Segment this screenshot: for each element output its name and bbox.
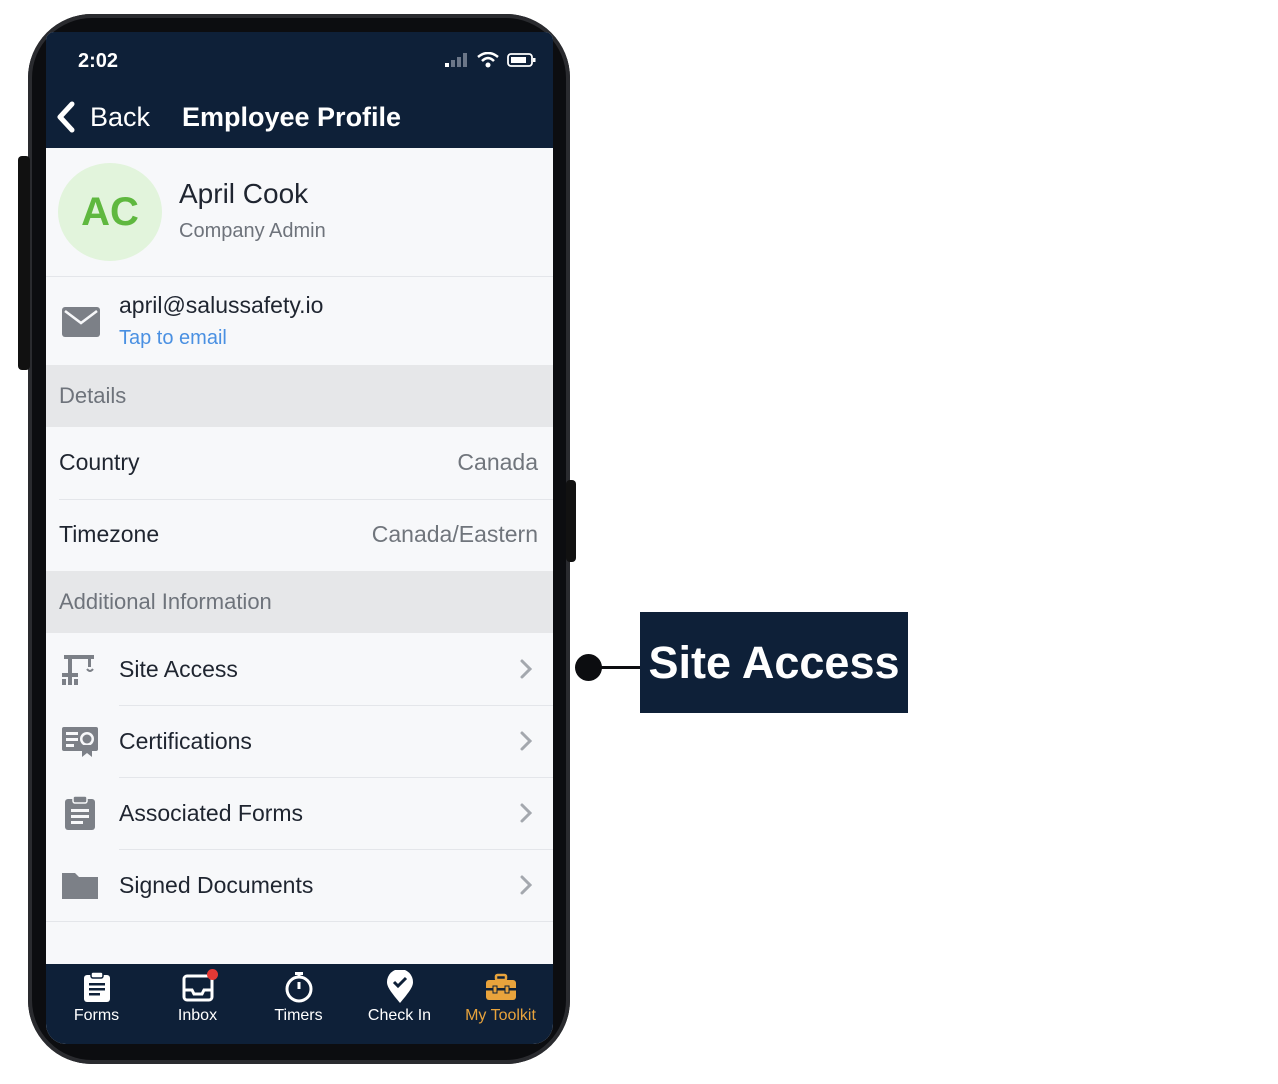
notification-badge: [207, 969, 218, 980]
email-address: april@salussafety.io: [119, 292, 324, 318]
back-button[interactable]: Back: [54, 100, 150, 134]
crane-icon: [62, 655, 94, 685]
avatar: AC: [58, 163, 162, 261]
list-item-signed-documents[interactable]: Signed Documents: [46, 849, 553, 921]
section-title: Details: [59, 383, 127, 408]
tab-label: Inbox: [177, 1007, 218, 1024]
app-screen: 2:02 Back Employee Profile AC April Cook…: [46, 32, 553, 1044]
tab-forms[interactable]: Forms: [46, 964, 147, 1044]
callout-label: Site Access: [640, 612, 908, 713]
detail-row-timezone: Timezone Canada/Eastern: [46, 499, 553, 571]
chevron-right-icon: [520, 803, 533, 823]
bottom-tab-bar: Forms Inbox Timers Check In My Toolkit: [46, 964, 553, 1044]
detail-label: Timezone: [59, 521, 160, 547]
detail-value: Canada/Eastern: [371, 521, 538, 547]
battery-icon: [507, 53, 536, 67]
status-icons: [445, 52, 537, 68]
tab-timers[interactable]: Timers: [248, 964, 349, 1044]
tab-my-toolkit[interactable]: My Toolkit: [450, 964, 551, 1044]
tab-label: Timers: [274, 1007, 323, 1024]
phone-power-button: [566, 480, 576, 562]
wifi-icon: [477, 52, 499, 68]
tab-label: Check In: [367, 1007, 432, 1024]
clipboard-icon: [84, 971, 110, 1002]
folder-icon: [62, 873, 98, 899]
profile-header: AC April Cook Company Admin: [46, 148, 553, 276]
phone-side-button: [18, 156, 30, 370]
chevron-right-icon: [520, 875, 533, 895]
page-title: Employee Profile: [182, 102, 402, 132]
nav-bar: Back Employee Profile: [46, 88, 553, 148]
list-item-label: Site Access: [119, 656, 238, 682]
status-bar: 2:02: [46, 32, 553, 88]
list-item-label: Associated Forms: [119, 800, 304, 826]
certificate-icon: [62, 727, 98, 757]
signal-icon: [445, 53, 467, 67]
employee-name: April Cook: [179, 178, 309, 209]
chevron-right-icon: [520, 659, 533, 679]
email-row[interactable]: april@salussafety.io Tap to email: [46, 277, 553, 365]
list-item-associated-forms[interactable]: Associated Forms: [46, 777, 553, 849]
section-header-additional: Additional Information: [46, 571, 553, 633]
list-item-site-access[interactable]: Site Access: [46, 633, 553, 705]
mail-icon: [62, 307, 100, 337]
detail-value: Canada: [457, 449, 538, 475]
detail-row-country: Country Canada: [46, 427, 553, 499]
list-item-label: Certifications: [119, 728, 252, 754]
divider: [46, 921, 553, 922]
stopwatch-icon: [285, 972, 313, 1003]
location-check-icon: [387, 970, 413, 1003]
clipboard-icon: [65, 795, 95, 830]
callout-dot: [575, 654, 602, 681]
list-item-certifications[interactable]: Certifications: [46, 705, 553, 777]
section-title: Additional Information: [59, 589, 272, 614]
tap-to-email-link[interactable]: Tap to email: [119, 327, 227, 350]
chevron-right-icon: [520, 731, 533, 751]
section-header-details: Details: [46, 365, 553, 427]
list-item-label: Signed Documents: [119, 872, 314, 898]
back-label: Back: [90, 101, 151, 132]
employee-role: Company Admin: [179, 220, 326, 242]
toolbox-icon: [486, 973, 516, 1000]
tab-label: Forms: [73, 1007, 120, 1024]
tab-check-in[interactable]: Check In: [349, 964, 450, 1044]
status-time: 2:02: [78, 50, 119, 72]
detail-label: Country: [59, 449, 140, 475]
tab-label: My Toolkit: [465, 1007, 536, 1024]
chevron-left-icon: [57, 101, 75, 133]
tab-inbox[interactable]: Inbox: [147, 964, 248, 1044]
